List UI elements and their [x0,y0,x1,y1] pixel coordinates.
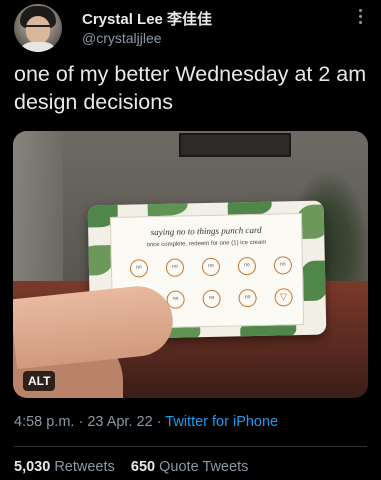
punch-card-subtitle: once complete, redeem for one (1) ice cr… [146,239,267,249]
avatar-shirt [18,42,58,52]
retweets-label: Retweets [54,459,115,475]
tweet-date[interactable]: 23 Apr. 22 [87,414,152,430]
stamp-circle: no [273,256,293,275]
stamp-circle: no [237,256,257,276]
photo-picture-frame [179,133,291,157]
quote-tweets-count: 650 [130,459,156,475]
meta-separator: · [156,414,166,430]
punch-card-title: saying no to things punch card [150,224,262,238]
avatar[interactable] [14,4,62,52]
divider [14,446,367,447]
stamp-circle: no [129,259,149,278]
tweet-stats: 5,030 Retweets 650 Quote Tweets [14,459,248,475]
tweet-meta: 4:58 p.m. · 23 Apr. 22 · Twitter for iPh… [14,414,278,430]
tweet-time[interactable]: 4:58 p.m. [14,414,74,430]
display-name[interactable]: Crystal Lee 李佳佳 [82,8,212,29]
stamp-circle: no [201,257,221,277]
user-handle[interactable]: @crystaljjlee [82,30,162,46]
leaf-decoration [87,244,114,276]
retweets-stat[interactable]: 5,030 Retweets [14,459,115,475]
tweet-header: Crystal Lee 李佳佳 @crystaljjlee [14,4,369,54]
stamp-circle: no [202,289,221,309]
quote-tweets-label: Quote Tweets [159,459,249,475]
meta-separator: · [78,414,88,430]
retweets-count: 5,030 [14,459,51,475]
avatar-glasses [26,25,50,33]
stamp-circle: no [238,288,257,308]
tweet-media-image[interactable]: saying no to things punch card once comp… [13,131,368,398]
quote-tweets-stat[interactable]: 650 Quote Tweets [131,459,248,475]
tweet-text: one of my better Wednesday at 2 am desig… [14,62,367,114]
ice-cream-icon: ▽ [274,288,293,307]
more-options-icon[interactable] [359,6,365,27]
stamp-circle: no [165,258,185,277]
tweet-source-link[interactable]: Twitter for iPhone [165,414,278,430]
alt-text-badge[interactable]: ALT [23,371,56,391]
